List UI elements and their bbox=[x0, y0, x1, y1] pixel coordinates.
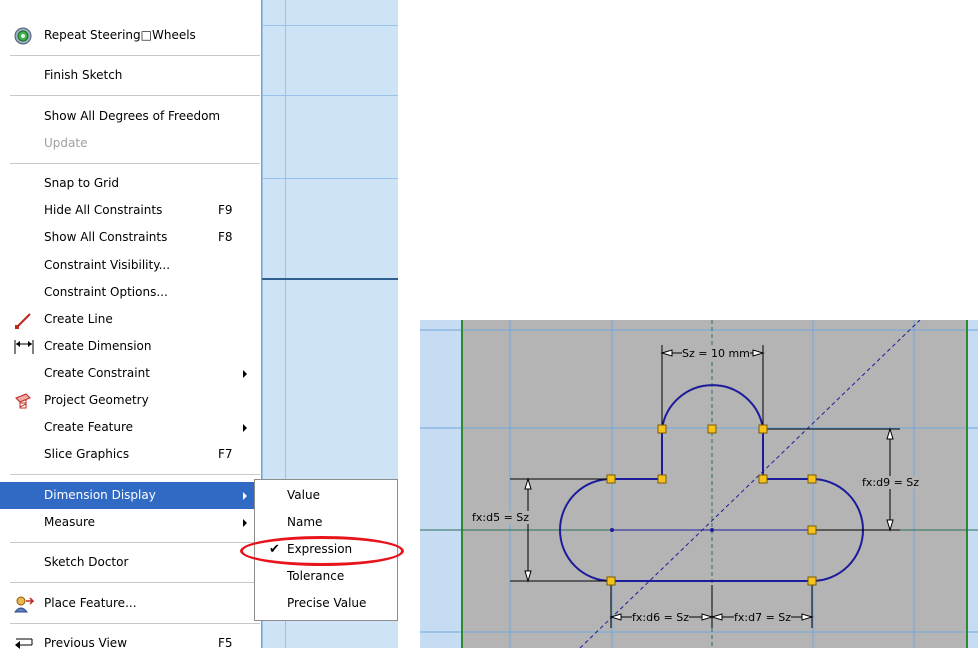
menu-item-update: Update bbox=[0, 130, 261, 157]
menu-item-label: Previous View bbox=[44, 636, 128, 650]
submenu-item-tolerance[interactable]: Tolerance bbox=[255, 563, 397, 590]
menu-separator bbox=[10, 474, 260, 475]
context-menu: Repeat Steering□Wheels Finish Sketch Sho… bbox=[0, 0, 262, 650]
menu-item-create-feature[interactable]: Create Feature bbox=[0, 414, 261, 441]
menu-item-label: Show All Constraints bbox=[44, 230, 168, 244]
menu-item-label: Constraint Options... bbox=[44, 285, 168, 299]
menu-item-repeat-steering-wheels[interactable]: Repeat Steering□Wheels bbox=[0, 22, 261, 49]
place-feature-icon bbox=[13, 595, 35, 613]
menu-item-label: Create Feature bbox=[44, 420, 134, 434]
submenu-item-label: Tolerance bbox=[287, 569, 345, 583]
shortcut-label: F5 bbox=[218, 636, 233, 650]
menu-item-project-geometry[interactable]: Project Geometry bbox=[0, 387, 261, 414]
menu-item-label: Dimension Display bbox=[44, 488, 156, 502]
menu-separator bbox=[10, 623, 260, 624]
menu-item-label: Measure bbox=[44, 515, 95, 529]
origin-point bbox=[710, 528, 714, 532]
menu-separator bbox=[10, 55, 260, 56]
sketch-graphics-window: Sz = 10 mm fx:d9 = Sz fx:d5 = Sz fx:d6 =… bbox=[420, 320, 978, 648]
steering-wheels-icon bbox=[14, 27, 32, 45]
dimension-top-label: Sz = 10 mm bbox=[682, 347, 750, 360]
menu-separator bbox=[10, 163, 260, 164]
dimension-right[interactable]: fx:d9 = Sz bbox=[862, 476, 920, 489]
menu-item-create-dimension[interactable]: Create Dimension bbox=[0, 333, 261, 360]
menu-item-show-all-dof[interactable]: Show All Degrees of Freedom bbox=[0, 103, 261, 130]
menu-item-constraint-options[interactable]: Constraint Options... bbox=[0, 279, 261, 306]
submenu-item-label: Precise Value bbox=[287, 596, 367, 610]
dimension-icon bbox=[14, 338, 34, 356]
dimension-bottom-right-label: fx:d7 = Sz bbox=[734, 611, 792, 624]
menu-item-label: Constraint Visibility... bbox=[44, 258, 171, 272]
menu-item-dimension-display[interactable]: Dimension Display bbox=[0, 482, 261, 509]
menu-item-label: Create Constraint bbox=[44, 366, 150, 380]
menu-item-snap-to-grid[interactable]: Snap to Grid bbox=[0, 170, 261, 197]
dimension-bottom-left[interactable]: fx:d6 = Sz bbox=[632, 611, 690, 624]
submenu-item-label: Name bbox=[287, 515, 323, 529]
menu-item-label: Update bbox=[44, 136, 88, 150]
menu-item-label: Finish Sketch bbox=[44, 68, 123, 82]
menu-separator bbox=[10, 582, 260, 583]
menu-separator bbox=[10, 542, 260, 543]
menu-item-label: Slice Graphics bbox=[44, 447, 130, 461]
submenu-item-precise-value[interactable]: Precise Value bbox=[255, 590, 397, 617]
line-icon bbox=[14, 311, 32, 329]
dimension-right-label: fx:d9 = Sz bbox=[862, 476, 920, 489]
shortcut-label: F8 bbox=[218, 230, 233, 244]
dimension-top[interactable]: Sz = 10 mm bbox=[682, 347, 750, 360]
submenu-arrow-icon bbox=[243, 492, 247, 500]
center-point bbox=[610, 528, 614, 532]
menu-item-label: Create Dimension bbox=[44, 339, 152, 353]
submenu-arrow-icon bbox=[243, 519, 247, 527]
menu-item-create-constraint[interactable]: Create Constraint bbox=[0, 360, 261, 387]
menu-item-label: Snap to Grid bbox=[44, 176, 120, 190]
menu-separator bbox=[10, 95, 260, 96]
menu-item-previous-view[interactable]: Previous View F5 bbox=[0, 630, 261, 657]
dimension-bottom-right[interactable]: fx:d7 = Sz bbox=[734, 611, 792, 624]
previous-view-icon bbox=[14, 635, 33, 653]
menu-item-create-line[interactable]: Create Line bbox=[0, 306, 261, 333]
expression-highlight-ellipse bbox=[240, 536, 404, 566]
dimension-bottom-left-label: fx:d6 = Sz bbox=[632, 611, 690, 624]
menu-item-place-feature[interactable]: Place Feature... bbox=[0, 590, 261, 617]
menu-item-label: Hide All Constraints bbox=[44, 203, 163, 217]
shortcut-label: F9 bbox=[218, 203, 233, 217]
menu-item-finish-sketch[interactable]: Finish Sketch bbox=[0, 62, 261, 89]
menu-item-measure[interactable]: Measure bbox=[0, 509, 261, 536]
menu-item-label: Project Geometry bbox=[44, 393, 149, 407]
menu-item-constraint-visibility[interactable]: Constraint Visibility... bbox=[0, 252, 261, 279]
submenu-item-name[interactable]: Name bbox=[255, 509, 397, 536]
dimension-left-label: fx:d5 = Sz bbox=[472, 511, 530, 524]
dimension-left[interactable]: fx:d5 = Sz bbox=[472, 511, 530, 524]
submenu-item-label: Value bbox=[287, 488, 320, 502]
menu-item-sketch-doctor[interactable]: Sketch Doctor bbox=[0, 549, 261, 576]
project-geometry-icon bbox=[14, 392, 32, 410]
menu-item-label: Sketch Doctor bbox=[44, 555, 129, 569]
submenu-arrow-icon bbox=[243, 370, 247, 378]
shortcut-label: F7 bbox=[218, 447, 233, 461]
submenu-arrow-icon bbox=[243, 424, 247, 432]
menu-item-label: Place Feature... bbox=[44, 596, 137, 610]
menu-item-label: Create Line bbox=[44, 312, 113, 326]
menu-item-slice-graphics[interactable]: Slice Graphics F7 bbox=[0, 441, 261, 468]
submenu-item-value[interactable]: Value bbox=[255, 482, 397, 509]
menu-item-show-all-constraints[interactable]: Show All Constraints F8 bbox=[0, 224, 261, 251]
menu-item-hide-all-constraints[interactable]: Hide All Constraints F9 bbox=[0, 197, 261, 224]
menu-item-label: Show All Degrees of Freedom bbox=[44, 109, 221, 123]
menu-item-label: Repeat Steering□Wheels bbox=[44, 28, 196, 42]
